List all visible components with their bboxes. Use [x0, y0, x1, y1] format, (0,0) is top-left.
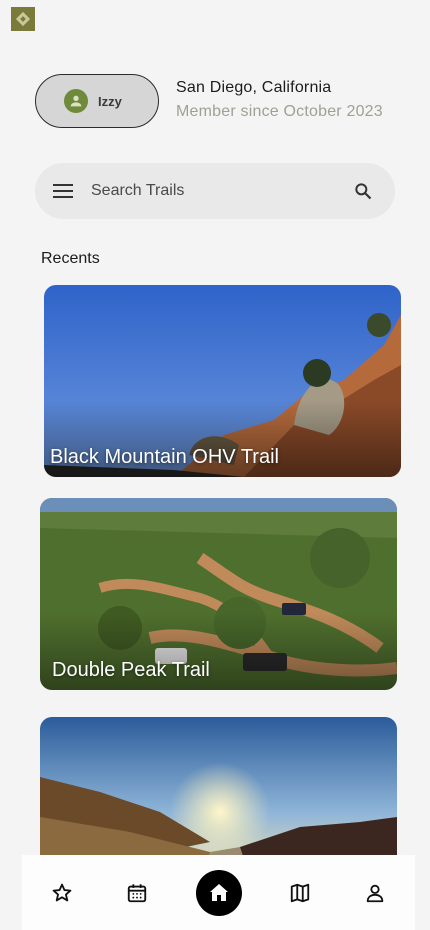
trail-title: Double Peak Trail — [52, 659, 210, 681]
trail-card-double-peak[interactable]: Double Peak Trail — [40, 498, 397, 690]
trail-title: Black Mountain OHV Trail — [50, 446, 279, 468]
calendar-icon — [127, 883, 146, 902]
favorites-icon — [52, 883, 72, 901]
menu-button[interactable] — [51, 179, 75, 203]
profile-chip[interactable]: Izzy — [35, 74, 159, 128]
profile-icon — [366, 884, 384, 902]
map-icon — [291, 883, 310, 902]
search-icon — [355, 183, 372, 200]
search-bar — [35, 163, 395, 219]
nav-favorites[interactable] — [46, 877, 78, 909]
nav-map[interactable] — [284, 877, 316, 909]
app-logo — [11, 7, 35, 31]
nav-home[interactable] — [195, 869, 242, 916]
app-logo-icon — [15, 11, 31, 27]
person-icon — [70, 95, 82, 107]
trail-card-third[interactable] — [40, 717, 397, 877]
search-input[interactable] — [91, 163, 341, 219]
avatar — [64, 89, 88, 113]
search-button[interactable] — [351, 179, 375, 203]
recents-title: Recents — [41, 250, 100, 267]
profile-name: Izzy — [98, 93, 122, 109]
trail-image — [40, 717, 397, 877]
home-icon — [209, 883, 228, 901]
trail-card-black-mountain[interactable]: Black Mountain OHV Trail — [44, 285, 401, 477]
profile-location: San Diego, California — [176, 79, 332, 96]
bottom-nav — [22, 855, 415, 930]
nav-calendar[interactable] — [121, 877, 153, 909]
member-since: Member since October 2023 — [176, 103, 383, 120]
menu-icon — [53, 184, 73, 198]
nav-profile[interactable] — [359, 877, 391, 909]
